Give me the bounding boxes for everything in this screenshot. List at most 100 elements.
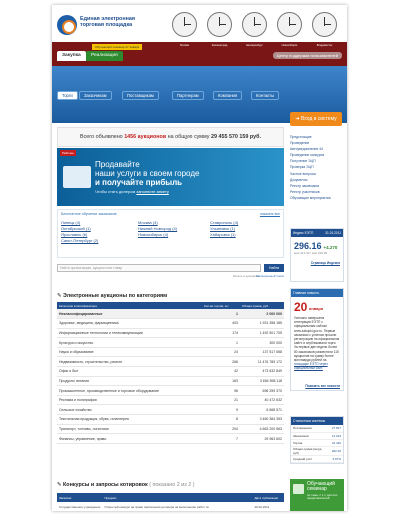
summary-middle: на общую сумму [167, 134, 210, 140]
clock-icon [242, 12, 267, 37]
table-row[interactable]: Финансы, управление, право 7 29 963 602 [57, 433, 284, 444]
clock-label-ekaterinburg: Екатеринбург [246, 44, 263, 47]
table-row[interactable]: Продукты питания 163 3 654 598 118 [57, 376, 284, 387]
stats-row: Торгов 44 420 [291, 439, 343, 447]
stats-table: Поставщиков 27 827 Заказчиков 14 224 Торго… [291, 425, 343, 463]
seminar-icon [293, 484, 304, 494]
banner-line1: Продавайте наши услуги в своем городе [95, 160, 200, 178]
table-header: Категория классификатора Кол-во торгов, … [57, 302, 284, 309]
sidebar-link[interactable]: Обучающие мероприятия [290, 195, 344, 201]
training-cities: Бесплатное обучение заказчиков показать … [57, 209, 284, 258]
auction-total: 29 455 570 159 руб. [210, 134, 261, 140]
clock-label-moscow: Москва [180, 44, 189, 47]
system-stats: Статистика системы Поставщиков 27 827 Зак… [290, 416, 344, 464]
login-button[interactable]: ➜ Вход в систему [290, 112, 342, 126]
table-row[interactable]: Офис и быт 42 473 632 849 [57, 366, 284, 377]
table-row[interactable]: Государственное учреждение Открытый конк… [57, 502, 284, 511]
table-row[interactable]: Транспорт, топливо, логистика 204 4 663 20… [57, 424, 284, 435]
clock-novosibirsk [275, 12, 304, 37]
auctions-title: ✎ Электронные аукционы по категориям [57, 293, 168, 299]
contests-table: Заказчик Предмет Дата публикации Государ… [57, 493, 284, 511]
col-subject: Предмет [102, 493, 253, 502]
clock-label-novosibirsk: Новосибирск [281, 44, 298, 47]
table-header: Заказчик Предмет Дата публикации [57, 493, 284, 502]
table-row[interactable]: Неклассифицированные 1 2 000 000 [57, 309, 284, 320]
stats-row: Заказчиков 14 224 [291, 432, 343, 440]
table-row[interactable]: Наука и образование 24 137 517 658 [57, 347, 284, 358]
table-row[interactable]: Информационные технологии и телекоммуник… [57, 328, 284, 339]
logo-icon[interactable] [57, 15, 77, 35]
show-all-link[interactable]: показать все [260, 212, 280, 216]
clock-label-vladivostok: Владивосток [316, 44, 333, 47]
dealer-banner[interactable]: Рабочее Продавайте наши услуги в своем го… [57, 148, 284, 206]
tab-trades[interactable]: Торги [57, 91, 78, 100]
table-row[interactable]: Здоровье, медицина, фармацевтика 403 1 931… [57, 318, 284, 329]
page-frame: Единая электронная торговая площадка Обу… [52, 5, 347, 511]
banner-line3: и получайте прибыль [95, 178, 183, 187]
index-header: Индекс ЕЭТП 31.01.2011 [291, 229, 343, 237]
tab-procurement[interactable]: Закупка [57, 51, 86, 61]
table-row[interactable]: Культура и искусство 1 300 000 [57, 337, 284, 348]
tab-suppliers[interactable]: Поставщикам [122, 91, 159, 100]
col-date: Дата публикации [252, 493, 284, 502]
news-header: Главная новость [291, 289, 343, 297]
tab-sale[interactable]: Реализация [86, 51, 123, 61]
index-page-link[interactable]: Страница Индекса [291, 255, 343, 265]
clock-icon [312, 12, 337, 37]
tab-partners[interactable]: Партнерам [172, 91, 204, 100]
search-input[interactable]: Найти организацию, аукцион или товар [57, 264, 261, 272]
clock-icon [172, 12, 197, 37]
index-value: 296.16 +4.270 [294, 241, 338, 251]
clock-icon [207, 12, 232, 37]
seminar-subtitle: по теме: с 1 с для пос представителей [307, 493, 338, 501]
search-button[interactable]: Найти [264, 264, 284, 272]
logo-text[interactable]: Единая электронная торговая площадка [80, 16, 155, 28]
stats-header: Статистика системы [291, 417, 343, 425]
banner-line4: Чтобы стать дилером заполните анкету [95, 189, 169, 194]
table-row[interactable]: Сельское хозяйство 9 6 668 571 [57, 404, 284, 416]
promo-badge[interactable]: Обучающий семинар 27 января [92, 44, 143, 50]
city-link[interactable]: Новосибирск (4) [138, 232, 177, 238]
advanced-search-link[interactable]: Расширенный поиск [256, 274, 284, 278]
banner-tag: Рабочее [60, 150, 76, 156]
seminar-banner[interactable]: Обучающий семинар по теме: с 1 с для пос… [290, 479, 344, 511]
support-center-button[interactable]: Центр поддержки пользователей [272, 52, 342, 59]
summary-prefix: Всего объявлено [80, 134, 123, 140]
contests-title: ✎ Конкурсы и запросы котировок ( показан… [57, 482, 195, 488]
auctions-table: Категория классификатора Кол-во торгов, … [57, 302, 284, 444]
news-text: Успешно завершена интеграция ЕЭТП с офиц… [294, 316, 340, 371]
table-row[interactable]: Промышленное, производственное и торгово… [57, 385, 284, 396]
tab-company[interactable]: Компания [213, 91, 243, 100]
table-row[interactable]: Недвижимость, строительство, ремонт 266 11… [57, 356, 284, 368]
tab-customers[interactable]: Заказчикам [79, 91, 112, 100]
stats-row: Общая сумма (млрд. руб) 262.46 [291, 446, 343, 456]
city-link[interactable]: Санкт-Петербург (2) [61, 238, 98, 244]
cities-col2: Москва (4) Нижний Новгород (4) Новосибир… [138, 220, 177, 238]
clock-kaliningrad [205, 12, 234, 37]
all-news-link[interactable]: Показать все новости [305, 384, 340, 388]
news-link[interactable]: площадке ЕЭТП через официальный сайт. [294, 362, 328, 370]
city-link[interactable]: Хабаровск (1) [210, 232, 238, 238]
sidebar-links: Предстоящие Проведение Автоуведомление 4… [290, 134, 344, 201]
stats-row: Поставщиков 27 827 [291, 425, 343, 433]
site-header: Единая электронная торговая площадка [52, 5, 347, 42]
col-customer: Заказчик [57, 493, 103, 502]
col-count: Кол-во торгов, шт. [202, 302, 240, 309]
fill-form-link[interactable]: заполните анкету [136, 189, 168, 194]
clock-moscow [170, 12, 199, 37]
col-sum: Общая сумма, руб. [240, 302, 284, 309]
seminar-title: Обучающий семинар [307, 481, 335, 493]
news-month: января [309, 306, 324, 311]
top-bar: Обучающий семинар 27 января Москва Калин… [52, 42, 347, 66]
stats-row: Средний рост 3.97% [291, 455, 343, 463]
handshake-icon [63, 166, 91, 188]
cities-col3: Ставрополь (4) Ульяновск (1) Хабаровск (… [210, 220, 238, 238]
main-news: Главная новость 20 января Успешно заверш… [290, 288, 344, 391]
tab-contacts[interactable]: Контакты [251, 91, 280, 100]
cities-title: Бесплатное обучение заказчиков [61, 212, 117, 216]
table-row[interactable]: Текстильная продукция, обувь, галантерея… [57, 414, 284, 425]
col-category: Категория классификатора [57, 302, 202, 309]
table-row[interactable]: Реклама и полиграфия 21 40 472 632 [57, 395, 284, 406]
arrow-icon: ➜ [295, 116, 300, 122]
auction-summary: Всего объявлено 1456 аукционов на общую … [57, 127, 284, 147]
